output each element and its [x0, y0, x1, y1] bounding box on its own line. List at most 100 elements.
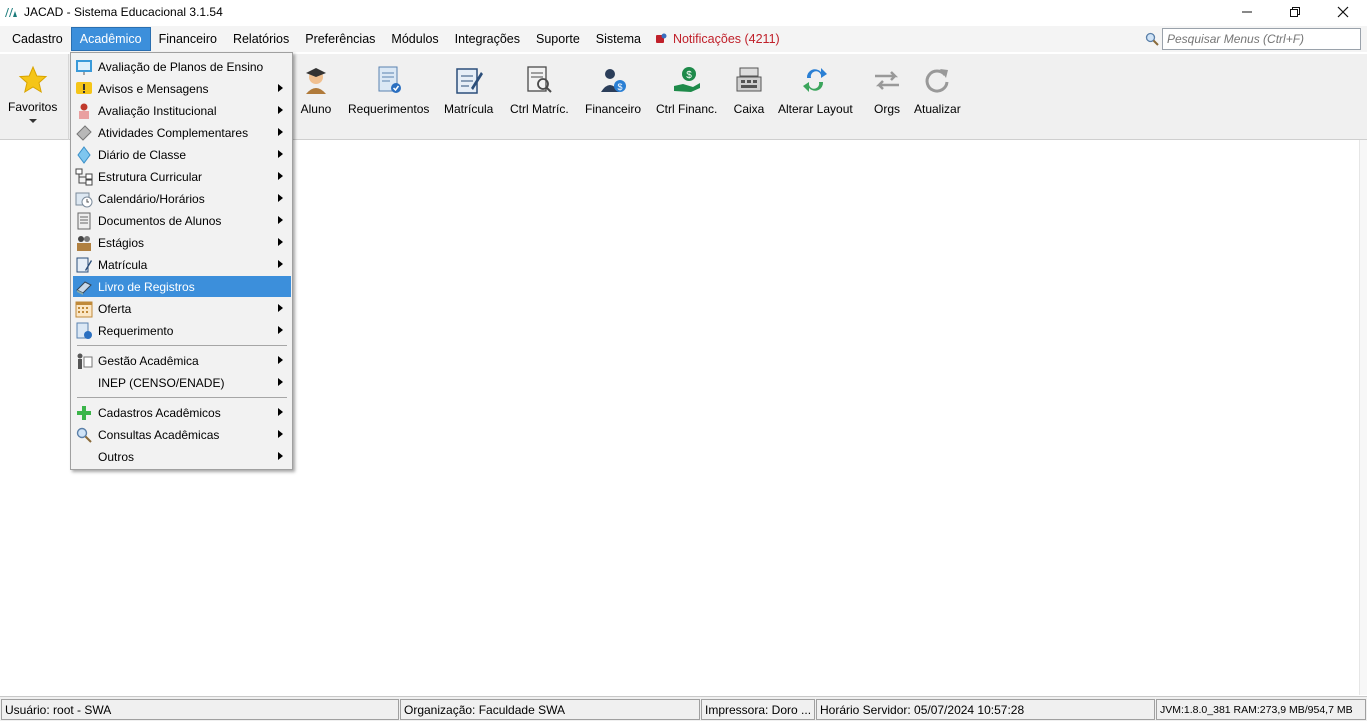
- dd-label: Avaliação de Planos de Ensino: [98, 59, 264, 74]
- dd-livro-registros[interactable]: Livro de Registros: [73, 276, 291, 297]
- toolbar-atualizar-button[interactable]: Atualizar: [914, 62, 961, 116]
- person-money-icon: $: [595, 62, 631, 98]
- dd-calendario-horarios[interactable]: Calendário/Horários: [73, 188, 291, 209]
- dd-estagios[interactable]: Estágios: [73, 232, 291, 253]
- calendar-clock-icon: [75, 190, 93, 208]
- dd-label: Atividades Complementares: [98, 125, 249, 140]
- dd-label: Requerimento: [98, 323, 174, 338]
- empty-icon-slot: [75, 448, 93, 466]
- dd-avisos-mensagens[interactable]: Avisos e Mensagens: [73, 78, 291, 99]
- toolbar-requerimentos-button[interactable]: Requerimentos: [348, 62, 429, 116]
- dd-oferta[interactable]: Oferta: [73, 298, 291, 319]
- submenu-arrow-icon: [278, 84, 283, 92]
- dd-label: Consultas Acadêmicas: [98, 427, 220, 442]
- dd-label: Estrutura Curricular: [98, 169, 203, 184]
- favorites-label: Favoritos: [8, 100, 58, 114]
- cash-register-icon: [731, 62, 767, 98]
- toolbar-ctrl-financ-button[interactable]: $ Ctrl Financ.: [656, 62, 717, 116]
- menu-sistema[interactable]: Sistema: [588, 27, 649, 51]
- menu-bar: Cadastro Acadêmico Financeiro Relatórios…: [0, 26, 1367, 52]
- record-book-icon: [75, 278, 93, 296]
- close-icon[interactable]: [1319, 0, 1367, 24]
- menu-preferencias[interactable]: Preferências: [297, 27, 383, 51]
- document-search-icon: [521, 62, 557, 98]
- dd-avaliacao-planos[interactable]: Avaliação de Planos de Ensino: [73, 56, 291, 77]
- toolbar-matricula-button[interactable]: Matrícula: [444, 62, 493, 116]
- notifications-link[interactable]: Notificações (4211): [649, 32, 786, 46]
- submenu-arrow-icon: [278, 378, 283, 386]
- academic-management-icon: [75, 352, 93, 370]
- dd-documentos-alunos[interactable]: Documentos de Alunos: [73, 210, 291, 231]
- toolbar-orgs-label: Orgs: [873, 102, 900, 116]
- dd-label: Outros: [98, 449, 135, 464]
- minimize-icon[interactable]: [1223, 0, 1271, 24]
- dd-requerimento[interactable]: Requerimento: [73, 320, 291, 341]
- dd-outros[interactable]: Outros: [73, 446, 291, 467]
- academico-dropdown-menu: Avaliação de Planos de Ensino Avisos e M…: [70, 52, 293, 470]
- toolbar-alterar-layout-label: Alterar Layout: [778, 102, 853, 116]
- student-documents-icon: [75, 212, 93, 230]
- toolbar-atualizar-label: Atualizar: [914, 102, 961, 116]
- menu-relatorios[interactable]: Relatórios: [225, 27, 297, 51]
- favorites-button[interactable]: Favoritos: [8, 62, 57, 124]
- submenu-arrow-icon: [278, 356, 283, 364]
- toolbar-ctrl-matric-button[interactable]: Ctrl Matríc.: [510, 62, 569, 116]
- toolbar-caixa-button[interactable]: Caixa: [731, 62, 767, 116]
- request-icon: [75, 322, 93, 340]
- submenu-arrow-icon: [278, 238, 283, 246]
- dd-label: Avisos e Mensagens: [98, 81, 209, 96]
- status-bar: Usuário: root - SWA Organização: Faculda…: [0, 696, 1367, 721]
- submenu-arrow-icon: [278, 430, 283, 438]
- submenu-arrow-icon: [278, 260, 283, 268]
- submenu-arrow-icon: [278, 326, 283, 334]
- toolbar-financeiro-button[interactable]: $ Financeiro: [585, 62, 641, 116]
- toolbar-financeiro-label: Financeiro: [585, 102, 642, 116]
- menu-financeiro[interactable]: Financeiro: [151, 27, 225, 51]
- curriculum-tree-icon: [75, 168, 93, 186]
- dd-label: Gestão Acadêmica: [98, 353, 199, 368]
- green-plus-icon: [75, 404, 93, 422]
- empty-icon-slot: [75, 374, 93, 392]
- dd-diario-classe[interactable]: Diário de Classe: [73, 144, 291, 165]
- status-server-time: Horário Servidor: 05/07/2024 10:57:28: [816, 699, 1155, 720]
- status-organization: Organização: Faculdade SWA: [400, 699, 700, 720]
- dd-label: Avaliação Institucional: [98, 103, 217, 118]
- toolbar-caixa-label: Caixa: [733, 102, 765, 116]
- toolbar-alterar-layout-button[interactable]: Alterar Layout: [778, 62, 853, 116]
- warning-message-icon: [75, 80, 93, 98]
- toolbar-aluno-button[interactable]: Aluno: [298, 62, 334, 116]
- enrollment-pen-icon: [451, 62, 487, 98]
- dd-label: Diário de Classe: [98, 147, 187, 162]
- jacad-logo-icon: [5, 8, 17, 17]
- menu-cadastro[interactable]: Cadastro: [4, 27, 71, 51]
- layout-swap-icon: [797, 62, 833, 98]
- student-icon: [298, 62, 334, 98]
- search-icon: [1145, 32, 1159, 46]
- dd-avaliacao-institucional[interactable]: Avaliação Institucional: [73, 100, 291, 121]
- arrows-exchange-icon: [869, 62, 905, 98]
- offer-calendar-icon: [75, 300, 93, 318]
- toolbar-ctrl-financ-label: Ctrl Financ.: [656, 102, 718, 116]
- menu-search: [1144, 28, 1361, 50]
- dd-matricula[interactable]: Matrícula: [73, 254, 291, 275]
- restore-icon[interactable]: [1271, 0, 1319, 24]
- vertical-scrollbar[interactable]: [1359, 140, 1367, 695]
- submenu-arrow-icon: [278, 106, 283, 114]
- menu-integracoes[interactable]: Integrações: [447, 27, 528, 51]
- menu-modulos[interactable]: Módulos: [383, 27, 446, 51]
- dd-estrutura-curricular[interactable]: Estrutura Curricular: [73, 166, 291, 187]
- dd-consultas-academicas[interactable]: Consultas Acadêmicas: [73, 424, 291, 445]
- menu-separator: [77, 345, 287, 346]
- menu-academico[interactable]: Acadêmico: [70, 27, 151, 51]
- toolbar-aluno-label: Aluno: [300, 102, 332, 116]
- dd-inep[interactable]: INEP (CENSO/ENADE): [73, 372, 291, 393]
- money-hand-icon: $: [669, 62, 705, 98]
- toolbar-orgs-button[interactable]: Orgs: [869, 62, 905, 116]
- dd-gestao-academica[interactable]: Gestão Acadêmica: [73, 350, 291, 371]
- submenu-arrow-icon: [278, 304, 283, 312]
- notification-bell-icon: [655, 33, 667, 43]
- search-input[interactable]: [1162, 28, 1361, 50]
- dd-cadastros-academicos[interactable]: Cadastros Acadêmicos: [73, 402, 291, 423]
- menu-suporte[interactable]: Suporte: [528, 27, 588, 51]
- dd-atividades-complementares[interactable]: Atividades Complementares: [73, 122, 291, 143]
